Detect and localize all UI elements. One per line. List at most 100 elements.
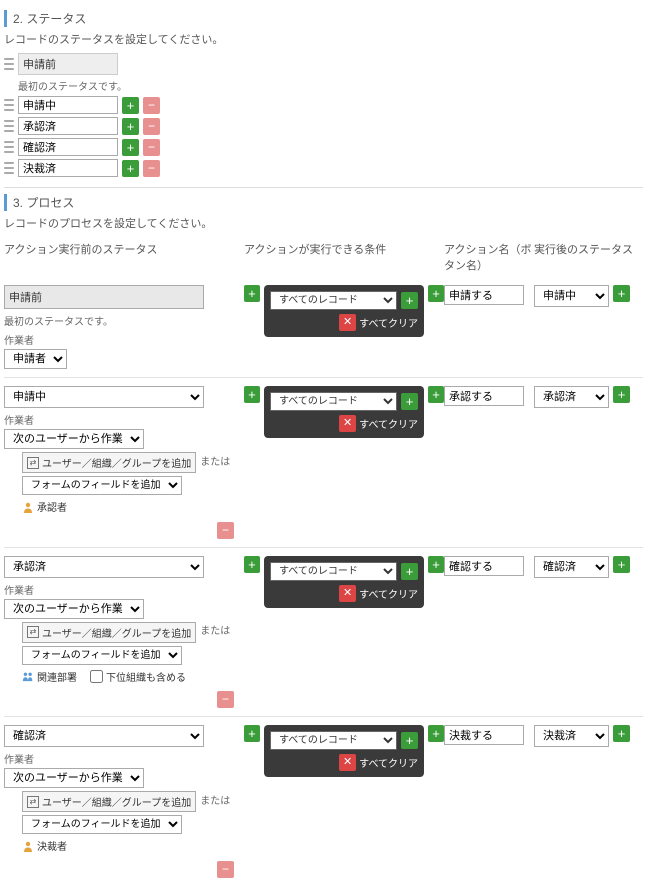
clear-label: すべてクリア [359, 416, 418, 431]
section3-title: 3. プロセス [4, 194, 643, 211]
user-icon [22, 670, 34, 682]
add-button[interactable]: + [122, 118, 139, 135]
action-name-input[interactable] [444, 556, 524, 576]
clear-icon[interactable]: ✕ [339, 314, 356, 331]
delete-button[interactable]: − [217, 861, 234, 878]
drag-handle-icon[interactable] [4, 119, 14, 133]
after-status-select[interactable]: 確認済 [534, 556, 609, 578]
before-status-select[interactable]: 申請中 [4, 386, 204, 408]
add-button[interactable]: + [122, 97, 139, 114]
add-button[interactable]: + [244, 386, 260, 403]
field-select[interactable]: フォームのフィールドを追加 [22, 646, 182, 665]
worker-from-select[interactable]: 次のユーザーから作業者を選択 [4, 429, 144, 449]
after-status-select[interactable]: 決裁済 [534, 725, 609, 747]
or-text: または [200, 626, 230, 637]
add-button[interactable]: + [613, 386, 630, 403]
cond-add-button[interactable]: + [401, 393, 418, 410]
clear-all-button[interactable]: ✕ すべてクリア [339, 585, 418, 602]
org-icon: ⇄ [27, 457, 39, 469]
cond-add-button[interactable]: + [401, 563, 418, 580]
clear-label: すべてクリア [359, 315, 418, 330]
clear-label: すべてクリア [359, 586, 418, 601]
condition-box: すべてのレコード+ ✕ すべてクリア [264, 556, 424, 608]
clear-label: すべてクリア [359, 755, 418, 770]
drag-handle-icon[interactable] [4, 140, 14, 154]
condition-select[interactable]: すべてのレコード [270, 731, 397, 750]
condition-select[interactable]: すべてのレコード [270, 291, 397, 310]
field-select[interactable]: フォームのフィールドを追加 [22, 815, 182, 834]
add-button[interactable]: + [122, 139, 139, 156]
or-text: または [200, 796, 230, 807]
status-input[interactable] [18, 96, 118, 114]
add-button[interactable]: + [428, 725, 444, 742]
suborg-checkbox[interactable] [90, 670, 103, 683]
org-icon: ⇄ [27, 796, 39, 808]
action-name-input[interactable] [444, 725, 524, 745]
delete-button[interactable]: − [217, 691, 234, 708]
status-first-input: 申請前 [18, 53, 118, 75]
clear-all-button[interactable]: ✕ すべてクリア [339, 754, 418, 771]
condition-box: すべてのレコード+ ✕ すべてクリア [264, 285, 424, 337]
add-org-button[interactable]: ⇄ユーザー／組織／グループを追加 [22, 452, 196, 473]
add-button[interactable]: + [244, 725, 260, 742]
condition-box: すべてのレコード+ ✕ すべてクリア [264, 725, 424, 777]
status-input[interactable] [18, 159, 118, 177]
add-button[interactable]: + [428, 386, 444, 403]
org-btn-label: ユーザー／組織／グループを追加 [42, 455, 191, 470]
drag-handle-icon[interactable] [4, 98, 14, 112]
divider [4, 187, 643, 188]
header-after: 実行後のステータス [534, 241, 634, 273]
add-button[interactable]: + [244, 285, 260, 302]
drag-handle-icon[interactable] [4, 161, 14, 175]
worker-label: 作業者 [4, 582, 244, 597]
after-status-select[interactable]: 申請中 [534, 285, 609, 307]
user-name: 決裁者 [37, 838, 67, 853]
org-icon: ⇄ [27, 626, 39, 638]
add-button[interactable]: + [613, 285, 630, 302]
status-input[interactable] [18, 117, 118, 135]
cond-add-button[interactable]: + [401, 292, 418, 309]
condition-select[interactable]: すべてのレコード [270, 562, 397, 581]
add-button[interactable]: + [613, 725, 630, 742]
user-chip: 承認者 [22, 499, 67, 514]
clear-all-button[interactable]: ✕ すべてクリア [339, 415, 418, 432]
header-before: アクション実行前のステータス [4, 241, 244, 273]
add-button[interactable]: + [428, 285, 444, 302]
status-input[interactable] [18, 138, 118, 156]
worker-select[interactable]: 申請者 [4, 349, 67, 369]
delete-button[interactable]: − [143, 97, 160, 114]
user-chip: 決裁者 [22, 838, 67, 853]
action-name-input[interactable] [444, 386, 524, 406]
section2-title: 2. ステータス [4, 10, 643, 27]
field-select[interactable]: フォームのフィールドを追加 [22, 476, 182, 495]
process-header: アクション実行前のステータス アクションが実行できる条件 アクション名（ボタン名… [4, 237, 643, 277]
after-status-select[interactable]: 承認済 [534, 386, 609, 408]
before-status-select: 申請前 [4, 285, 204, 309]
add-button[interactable]: + [122, 160, 139, 177]
before-status-select[interactable]: 承認済 [4, 556, 204, 578]
worker-from-select[interactable]: 次のユーザーから作業者を選択 [4, 599, 144, 619]
add-org-button[interactable]: ⇄ユーザー／組織／グループを追加 [22, 791, 196, 812]
before-status-select[interactable]: 確認済 [4, 725, 204, 747]
user-name: 関連部署 [37, 669, 77, 684]
worker-from-select[interactable]: 次のユーザーから作業者を選択 [4, 768, 144, 788]
delete-button[interactable]: − [217, 522, 234, 539]
suborg-label: 下位組織も含める [106, 669, 186, 684]
condition-select[interactable]: すべてのレコード [270, 392, 397, 411]
cond-add-button[interactable]: + [401, 732, 418, 749]
add-org-button[interactable]: ⇄ユーザー／組織／グループを追加 [22, 622, 196, 643]
add-button[interactable]: + [428, 556, 444, 573]
action-name-input[interactable] [444, 285, 524, 305]
worker-label: 作業者 [4, 751, 244, 766]
clear-icon[interactable]: ✕ [339, 754, 356, 771]
delete-button[interactable]: − [143, 139, 160, 156]
delete-button[interactable]: − [143, 118, 160, 135]
clear-icon[interactable]: ✕ [339, 415, 356, 432]
add-button[interactable]: + [244, 556, 260, 573]
add-button[interactable]: + [613, 556, 630, 573]
drag-handle-icon[interactable] [4, 57, 14, 71]
clear-all-button[interactable]: ✕ すべてクリア [339, 314, 418, 331]
delete-button[interactable]: − [143, 160, 160, 177]
clear-icon[interactable]: ✕ [339, 585, 356, 602]
org-btn-label: ユーザー／組織／グループを追加 [42, 625, 191, 640]
